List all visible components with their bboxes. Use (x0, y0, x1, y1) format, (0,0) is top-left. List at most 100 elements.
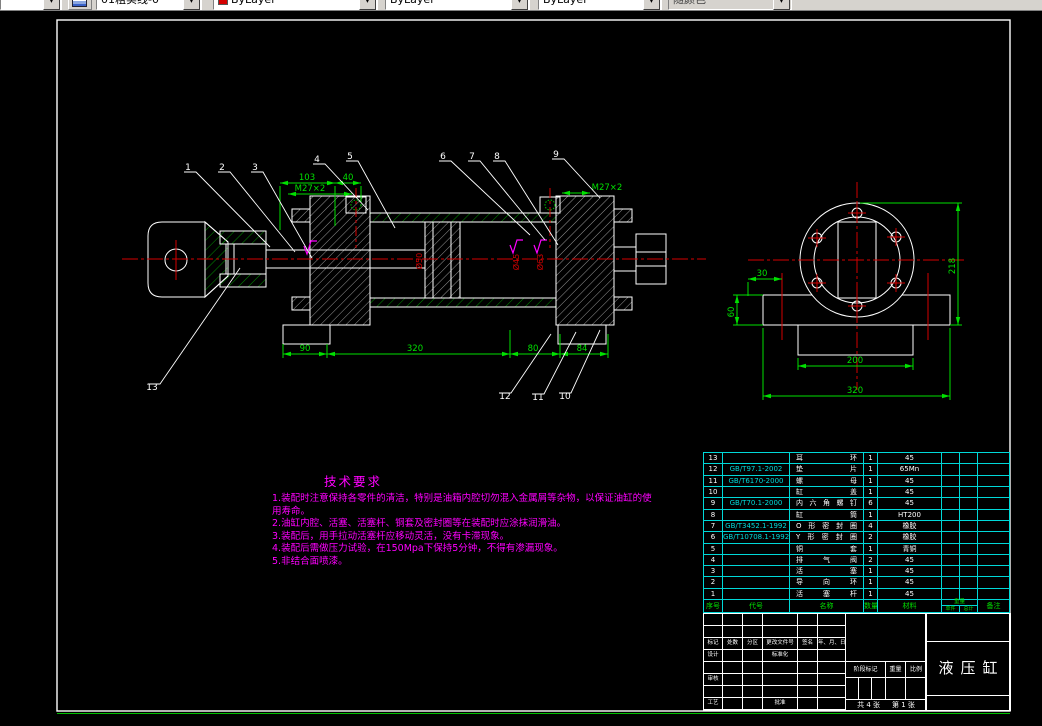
title-block: 标记 处数 分区 更改文件号 签名 年、月、日 设计 标准化 审核 工艺 批准 阶段标记 重量… (703, 613, 1011, 711)
scale-cell (905, 677, 927, 700)
chevron-down-icon[interactable]: ▼ (359, 0, 376, 10)
label-stage: 阶段标记 (845, 661, 886, 678)
sheet-info: 共 4 张 第 1 张 (845, 699, 927, 711)
parts-row: 11 GB/T6170-2000 螺母 1 45 (704, 475, 1009, 487)
balloon-6: 6 (440, 152, 446, 162)
balloon-4: 4 (314, 155, 320, 165)
parts-row: 8 缸筒 1 HT200 (704, 509, 1009, 521)
label-mark: 标记 (704, 638, 723, 650)
chevron-down-icon[interactable]: ▼ (511, 0, 528, 10)
layers-icon (72, 0, 87, 7)
unit-name-cell (925, 695, 1011, 711)
properties-toolbar: ▼ 01粗实线-0 ▼ ByLayer ▼ ByLayer ▼ ByLayer … (0, 0, 1042, 11)
layer-combo-value: 01粗实线-0 (101, 0, 159, 6)
parts-row: 2 导向环 1 45 (704, 577, 1009, 589)
parts-row: 10 缸盖 1 45 (704, 486, 1009, 499)
label-scale: 比例 (905, 661, 927, 678)
label-process: 工艺 (704, 698, 723, 710)
dim-84: 84 (577, 344, 588, 354)
stage-cell (845, 677, 859, 700)
label-date: 年、月、日 (818, 638, 846, 650)
color-combo[interactable]: ByLayer ▼ (213, 0, 378, 10)
balloon-11: 11 (532, 393, 543, 403)
balloon-7: 7 (469, 152, 475, 162)
balloon-2: 2 (219, 163, 225, 173)
chevron-down-icon[interactable]: ▼ (43, 0, 60, 10)
parts-row: 13 耳环 1 45 (704, 453, 1009, 465)
side-section-view (147, 195, 667, 345)
label-design: 设计 (704, 650, 723, 662)
technical-requirements: 技术要求 1.装配时注意保持各零件的清洁，特别是油箱内腔切勿混入金属屑等杂物，以… (272, 471, 660, 568)
dim-40: 40 (343, 173, 354, 183)
lineweight-combo-value: ByLayer (543, 0, 588, 6)
balloon-3: 3 (252, 163, 258, 173)
label-zone: 分区 (743, 638, 763, 650)
dim-103: 103 (299, 173, 315, 183)
dim-320: 320 (847, 386, 863, 396)
chevron-down-icon[interactable]: ▼ (643, 0, 660, 10)
drawing-title: 液压缸 (925, 641, 1011, 696)
dim-320: 320 (407, 344, 423, 354)
tech-req-item: 3.装配后，用手拉动活塞杆应移动灵活，没有卡滞现象。 (272, 530, 510, 542)
code-cell (925, 613, 1011, 642)
color-combo-value: ByLayer (231, 0, 276, 6)
cad-application-window: ▼ 01粗实线-0 ▼ ByLayer ▼ ByLayer ▼ ByLayer … (0, 0, 1042, 726)
col-header-weight-total: 总计 (963, 606, 974, 612)
col-header-weight: 重量 单件 总计 (942, 599, 978, 612)
tech-req-item: 1.装配时注意保持各零件的清洁，特别是油箱内腔切勿混入金属屑等杂物，以保证油缸的… (272, 493, 652, 517)
dim-30: 30 (757, 269, 768, 279)
col-header-weight-each: 单件 (942, 606, 960, 612)
parts-header-row: 序号 代号 名称 数量 材料 重量 单件 总计 备注 (704, 599, 1009, 612)
balloon-9: 9 (553, 150, 559, 160)
dim-dia-mid: Ø45 (511, 254, 521, 270)
parts-rows: 13 耳环 1 45 12 GB/T97.1-2002 垫片 1 65Mn 11 GB/T6170-… (704, 453, 1009, 601)
balloon-13: 13 (146, 383, 157, 393)
balloon-12: 12 (499, 392, 510, 402)
label-approve: 批准 (763, 698, 798, 710)
linetype-combo-value: ByLayer (390, 0, 435, 6)
label-check: 审核 (704, 674, 723, 686)
dim-dia-bore: Ø63 (535, 254, 545, 270)
dim-60: 60 (727, 307, 737, 318)
dim-thread-right: M27×2 (592, 183, 623, 193)
sheet-number: 第 1 张 (892, 701, 915, 709)
parts-row: 7 GB/T3452.1-1992 O形密封圈 4 橡胶 (704, 520, 1009, 533)
chevron-down-icon[interactable]: ▼ (773, 0, 790, 10)
dim-218: 218 (948, 258, 958, 274)
col-header-name: 名称 (790, 600, 864, 612)
col-header-no: 序号 (704, 600, 723, 612)
col-header-remark: 备注 (986, 602, 1001, 610)
col-header-code: 代号 (723, 600, 790, 612)
tech-req-item: 4.装配后需做压力试验，在150Mpa下保持5分钟，不得有渗漏现象。 (272, 543, 563, 554)
balloon-1: 1 (185, 163, 191, 173)
layer-manager-button[interactable] (68, 0, 92, 10)
toolbar-combo-stub[interactable]: ▼ (0, 0, 62, 10)
plotstyle-combo[interactable]: 随颜色 ▼ (668, 0, 792, 10)
linetype-combo[interactable]: ByLayer ▼ (385, 0, 530, 10)
title-block-revision-grid: 标记 处数 分区 更改文件号 签名 年、月、日 设计 标准化 审核 工艺 批准 (704, 614, 846, 710)
parts-list-table: 13 耳环 1 45 12 GB/T97.1-2002 垫片 1 65Mn 11 GB/T6170-… (703, 452, 1010, 613)
dimension-texts-end: 30 60 218 200 320 (727, 258, 958, 396)
parts-row: 5 铜套 1 青铜 (704, 543, 1009, 555)
label-count: 处数 (723, 638, 743, 650)
color-swatch-icon (218, 0, 228, 5)
weight-cell (885, 677, 906, 700)
label-weight: 重量 (885, 661, 906, 678)
balloon-10: 10 (559, 392, 571, 402)
stage-cell (858, 677, 872, 700)
lineweight-combo[interactable]: ByLayer ▼ (538, 0, 662, 10)
dim-dia-rod: Ø50 (414, 253, 424, 269)
label-standardize: 标准化 (763, 650, 798, 662)
stage-cell (871, 677, 886, 700)
chevron-down-icon[interactable]: ▼ (183, 0, 200, 10)
parts-row: 9 GB/T70.1-2000 内六角螺钉 6 45 (704, 498, 1009, 510)
layer-combo[interactable]: 01粗实线-0 ▼ (96, 0, 202, 10)
dim-90: 90 (300, 344, 311, 354)
parts-row: 3 活塞 1 45 (704, 566, 1009, 578)
plotstyle-combo-value: 随颜色 (673, 0, 706, 6)
tech-req-title: 技术要求 (324, 474, 383, 489)
col-header-qty: 数量 (864, 600, 878, 612)
dim-200: 200 (847, 356, 863, 366)
tech-req-item: 5.非结合面喷漆。 (272, 555, 348, 567)
drawing-number-cell (845, 613, 927, 662)
